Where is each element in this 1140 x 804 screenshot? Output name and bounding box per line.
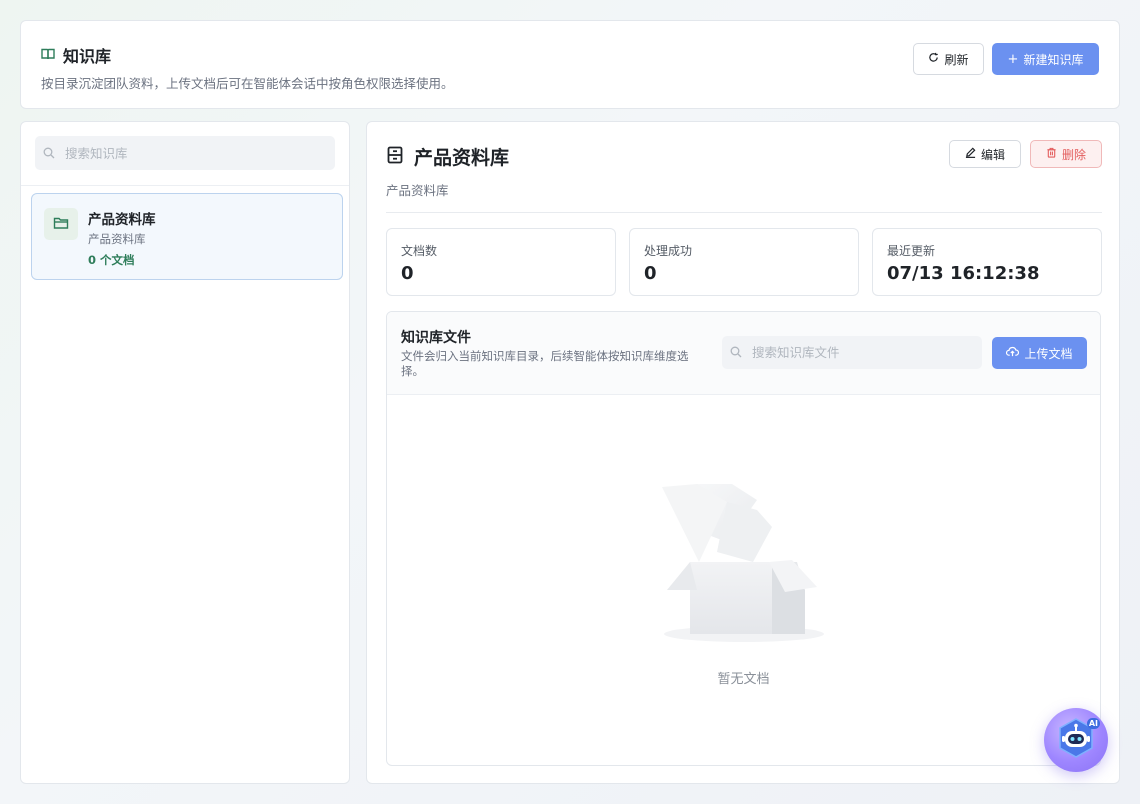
kb-files-title: 知识库文件 [401,330,471,346]
stat-label: 处理成功 [644,244,693,258]
book-open-icon [41,46,55,65]
kb-list-item[interactable]: 产品资料库 产品资料库 0 个文档 [31,193,343,280]
kb-files-header: 知识库文件 文件会归入当前知识库目录，后续智能体按知识库维度选择。 上 [387,312,1100,395]
upload-document-label: 上传文档 [1024,346,1073,361]
page-title-row: 知识库 [41,43,111,67]
page-header: 知识库 按目录沉淀团队资料，上传文档后可在智能体会话中按角色权限选择使用。 刷新… [20,20,1120,109]
delete-label: 删除 [1061,147,1086,162]
knowledge-base-detail: 产品资料库 产品资料库 编辑 删除 文档数 0 处理成功 0 最近更新 07/1… [366,121,1120,784]
knowledge-base-sidebar: 产品资料库 产品资料库 0 个文档 [20,121,350,784]
kb-files-section: 知识库文件 文件会归入当前知识库目录，后续智能体按知识库维度选择。 上 [386,311,1101,766]
refresh-icon [928,52,939,66]
page-description: 按目录沉淀团队资料，上传文档后可在智能体会话中按角色权限选择使用。 [41,76,454,91]
detail-title-row: 产品资料库 [386,143,509,170]
plus-icon: + [1007,51,1019,67]
search-icon [730,343,742,362]
search-icon [43,144,55,163]
kb-item-name: 产品资料库 [88,212,156,228]
trash-icon [1046,147,1057,161]
kb-item-icon-box [44,208,78,240]
refresh-label: 刷新 [944,52,969,67]
stat-value: 0 [644,263,657,284]
folder-icon [53,215,69,234]
new-knowledge-base-label: 新建知识库 [1023,52,1084,67]
edit-button[interactable]: 编辑 [949,140,1021,168]
edit-label: 编辑 [980,147,1005,162]
ai-badge: AI [1086,718,1100,729]
refresh-button[interactable]: 刷新 [913,43,984,75]
file-search-box[interactable] [722,336,982,369]
stat-value: 07/13 16:12:38 [887,263,1040,284]
empty-state-text: 暂无文档 [717,672,770,687]
sidebar-divider [21,185,349,186]
new-knowledge-base-button[interactable]: + 新建知识库 [992,43,1099,75]
kb-search-input[interactable] [65,145,335,161]
archive-icon [386,146,404,168]
kb-item-doc-count: 0 个文档 [88,253,135,267]
detail-description: 产品资料库 [386,183,449,198]
stat-card-processed: 处理成功 0 [629,228,859,296]
stat-card-last-updated: 最近更新 07/13 16:12:38 [872,228,1102,296]
cloud-upload-icon [1006,346,1020,360]
upload-document-button[interactable]: 上传文档 [992,337,1087,369]
page-title: 知识库 [63,47,112,66]
kb-files-description: 文件会归入当前知识库目录，后续智能体按知识库维度选择。 [401,349,689,378]
kb-item-description: 产品资料库 [88,232,146,246]
delete-button[interactable]: 删除 [1030,140,1102,168]
detail-title: 产品资料库 [414,147,510,169]
stat-label: 最近更新 [887,244,936,258]
empty-box-illustration [662,484,824,642]
ai-assistant-button[interactable]: AI [1044,708,1108,772]
detail-divider [386,212,1102,213]
stat-label: 文档数 [401,244,438,258]
file-search-input[interactable] [752,345,982,360]
stat-card-doc-count: 文档数 0 [386,228,616,296]
stat-value: 0 [401,263,414,284]
pencil-icon [965,147,976,161]
kb-search-box[interactable] [35,136,335,170]
